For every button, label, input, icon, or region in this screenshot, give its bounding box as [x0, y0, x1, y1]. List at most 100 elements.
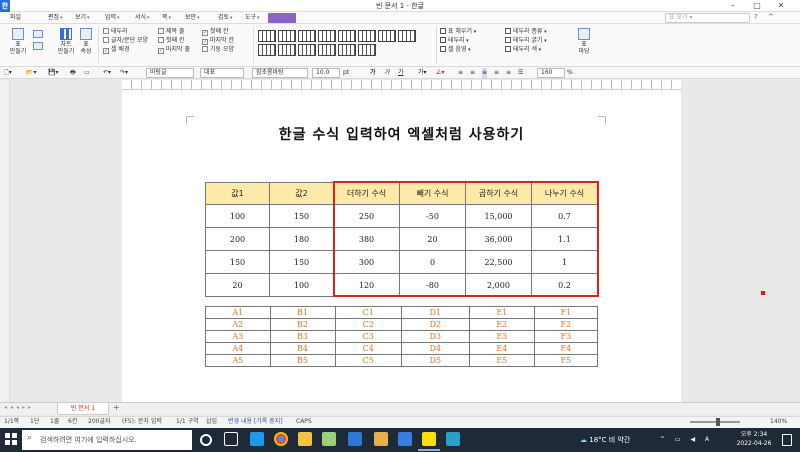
border-tool-3[interactable]: 테두리 종류 ▾ [505, 27, 569, 36]
file-explorer-icon[interactable] [298, 432, 312, 446]
ribbon-checkbox[interactable]: ✓ 셀 배경 [103, 45, 148, 54]
menu-item-2[interactable]: 보기▾ [75, 12, 90, 24]
ribbon-checkbox[interactable]: ✓ 마지막 칸 [202, 36, 234, 45]
open-icon[interactable]: 📂▾ [26, 68, 36, 78]
table-style-thumb[interactable] [298, 44, 316, 56]
reference-cell[interactable]: F3 [533, 330, 599, 343]
status-item[interactable]: 변경 내용 [기록 중지] [228, 416, 283, 428]
reference-cell[interactable]: C5 [334, 354, 402, 367]
cortana-icon[interactable] [200, 434, 212, 446]
redo-icon[interactable]: ↷▾ [120, 68, 128, 78]
reference-cell[interactable]: B3 [269, 330, 336, 343]
reference-cell[interactable]: A1 [205, 306, 271, 319]
underline-icon[interactable]: 가 [398, 68, 404, 78]
ribbon-checkbox[interactable]: 기둥 모양 [202, 45, 234, 54]
table-style-thumb[interactable] [298, 30, 316, 42]
system-clock[interactable]: 오후 2:34 2022-04-26 [732, 430, 776, 448]
table-wrap-button[interactable]: 표 마당 [572, 28, 596, 55]
zoom-input[interactable]: 160 [537, 68, 565, 78]
reference-cell[interactable]: D3 [400, 330, 470, 343]
table-cell[interactable]: 20 [205, 273, 270, 297]
reference-cell[interactable]: F1 [533, 306, 599, 319]
table-style-thumb[interactable] [318, 44, 336, 56]
reference-cell[interactable]: D4 [400, 342, 470, 355]
table-style-gallery[interactable] [258, 30, 434, 56]
undo-icon[interactable]: ↶▾ [103, 68, 111, 78]
table-style-thumb[interactable] [358, 30, 376, 42]
search-input[interactable]: 표 찾기 ▾ [665, 13, 750, 23]
table-cell[interactable]: 150 [269, 204, 334, 228]
italic-icon[interactable]: 가 [384, 68, 390, 78]
menu-item-6[interactable]: 보안▾ [185, 12, 200, 24]
ribbon-checkbox[interactable]: ✓ 첫째 칸 [202, 27, 234, 36]
line-spacing-icon[interactable]: ☰ [518, 68, 523, 78]
horizontal-ruler[interactable] [122, 80, 681, 90]
border-tool-5[interactable]: 테두리 색 ▾ [505, 45, 569, 54]
close-icon[interactable]: ✕ [770, 0, 792, 12]
style-select[interactable]: 바탕글 [146, 68, 194, 78]
menu-item-4[interactable]: 서식▾ [135, 12, 150, 24]
table-style-thumb[interactable] [258, 30, 276, 42]
create-table-button[interactable]: 표 만들기 [6, 28, 30, 55]
edit-table-icon[interactable] [33, 30, 43, 38]
reference-cell[interactable]: D5 [400, 354, 470, 367]
table-cell[interactable]: 100 [269, 273, 334, 297]
status-item[interactable]: CAPS [296, 416, 312, 428]
font-size-input[interactable]: 10.0 [312, 68, 340, 78]
align-justify-icon[interactable]: ≡ [458, 68, 463, 78]
split-cell-icon[interactable] [33, 42, 43, 50]
font-select[interactable]: 함초롬바탕 [252, 68, 308, 78]
print-preview-icon[interactable]: ▭ [84, 68, 90, 78]
cell-reference-table[interactable]: A1 B1 C1 D1 E1 F1 A2 B2 C2 D2 E2 F2 A3 B3 C3 D3 E3 F3 A4 B4… [205, 306, 599, 367]
border-tool-0[interactable]: 표 채우기 ▾ [440, 27, 504, 36]
table-props-button[interactable]: 표 속성 [78, 28, 94, 55]
menu-item-1[interactable]: 편집▾ [48, 12, 63, 24]
font-color-icon[interactable]: 가▾ [418, 68, 427, 78]
table-style-thumb[interactable] [318, 30, 336, 42]
table-header-cell[interactable]: 값1 [205, 182, 270, 205]
table-style-thumb[interactable] [338, 44, 356, 56]
bold-icon[interactable]: 가 [370, 68, 376, 78]
reference-cell[interactable]: D1 [400, 306, 470, 319]
table-cell[interactable]: 180 [269, 227, 334, 251]
kakaotalk-icon[interactable] [422, 432, 436, 446]
add-tab-icon[interactable]: + [113, 403, 120, 412]
table-style-thumb[interactable] [338, 30, 356, 42]
maximize-icon[interactable]: □ [746, 0, 768, 12]
zoom-slider-handle[interactable] [716, 418, 720, 426]
print-icon[interactable]: 🖶 [70, 68, 76, 78]
reference-cell[interactable]: E5 [468, 354, 535, 367]
hancom-taskbar-icon[interactable] [446, 432, 460, 446]
reference-cell[interactable]: B5 [269, 354, 336, 367]
windows-start-icon[interactable] [5, 433, 17, 445]
reference-cell[interactable]: E3 [468, 330, 535, 343]
table-cell[interactable]: 150 [269, 250, 334, 274]
doc-tab[interactable]: 빈 문서 1 [57, 403, 109, 415]
table-style-thumb[interactable] [278, 44, 296, 56]
ribbon-checkbox[interactable]: ✓ 마지막 줄 [158, 45, 190, 54]
save-icon[interactable]: 💾▾ [48, 68, 58, 78]
reference-cell[interactable]: B1 [269, 306, 336, 319]
table-cell[interactable]: 100 [205, 204, 270, 228]
ribbon-checkbox[interactable]: 테두리 [103, 27, 148, 36]
reference-cell[interactable]: B4 [269, 342, 336, 355]
reference-cell[interactable]: C3 [334, 330, 402, 343]
table-style-thumb[interactable] [358, 44, 376, 56]
taskbar-search-input[interactable]: 검색하려면 여기에 입력하십시오. [22, 430, 192, 450]
tab-nav-arrows[interactable]: ◂◂◂▸▸ [4, 404, 34, 411]
ribbon-checkbox[interactable]: 제목 줄 [158, 27, 190, 36]
app-icon[interactable] [322, 432, 336, 446]
ribbon-checkbox[interactable]: 글자/문단 모양 [103, 36, 148, 45]
reference-cell[interactable]: D2 [400, 318, 470, 331]
reference-cell[interactable]: F4 [533, 342, 599, 355]
ribbon-checkbox[interactable]: 첫째 칸 [158, 36, 190, 45]
help-icon[interactable]: ? [754, 13, 758, 21]
notification-icon[interactable] [782, 434, 792, 446]
table-context-tab[interactable] [268, 13, 296, 23]
menu-item-5[interactable]: 쪽▾ [162, 12, 171, 24]
language-select[interactable]: 대표 [200, 68, 244, 78]
align-center-icon[interactable]: ≡ [482, 68, 488, 78]
reference-cell[interactable]: E4 [468, 342, 535, 355]
minimize-icon[interactable]: – [722, 0, 744, 12]
table-cell[interactable]: 200 [205, 227, 270, 251]
